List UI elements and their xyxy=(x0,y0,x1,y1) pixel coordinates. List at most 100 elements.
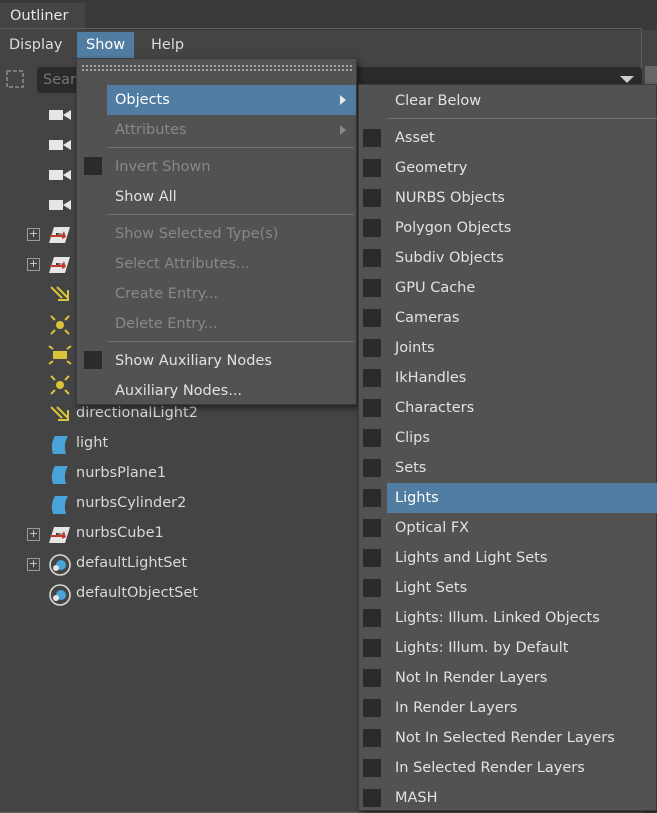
show-auxiliary-nodes-checkbox[interactable] xyxy=(84,351,102,369)
menu-item-asset[interactable]: Asset xyxy=(387,123,657,153)
menu-item-in-render-layers[interactable]: In Render Layers xyxy=(387,693,657,723)
tree-row-label: light xyxy=(76,435,109,451)
filter-checkbox[interactable] xyxy=(363,639,381,657)
filter-checkbox[interactable] xyxy=(363,159,381,177)
menu-help[interactable]: Help xyxy=(142,32,193,58)
filter-checkbox[interactable] xyxy=(363,399,381,417)
menu-item-sets[interactable]: Sets xyxy=(387,453,657,483)
expand-icon[interactable]: + xyxy=(27,258,40,271)
filter-checkbox[interactable] xyxy=(363,429,381,447)
nurbs-cube-icon xyxy=(48,254,72,276)
menu-display[interactable]: Display xyxy=(0,32,71,58)
nurbs-surface-icon xyxy=(48,464,72,486)
filter-checkbox[interactable] xyxy=(363,219,381,237)
menu-item-clear-below[interactable]: Clear Below xyxy=(387,86,657,116)
menu-item-attributes[interactable]: Attributes xyxy=(107,115,356,145)
tree-row[interactable]: nurbsPlane1 xyxy=(0,460,360,490)
tree-row-label: defaultObjectSet xyxy=(76,585,199,601)
filter-checkbox[interactable] xyxy=(363,189,381,207)
tree-row[interactable]: defaultObjectSet xyxy=(0,580,360,610)
menu-item-show-selected-types[interactable]: Show Selected Type(s) xyxy=(107,219,356,249)
filter-checkbox[interactable] xyxy=(363,339,381,357)
menu-item-objects[interactable]: Objects xyxy=(107,85,356,115)
menu-item-lights-illum-linked-objects[interactable]: Lights: Illum. Linked Objects xyxy=(387,603,657,633)
menu-item-not-in-render-layers[interactable]: Not In Render Layers xyxy=(387,663,657,693)
tree-row[interactable]: + nurbsCube1 xyxy=(0,520,360,550)
tree-row[interactable]: + defaultLightSet xyxy=(0,550,360,580)
menu-item-nurbs-objects[interactable]: NURBS Objects xyxy=(387,183,657,213)
filter-checkbox[interactable] xyxy=(363,129,381,147)
tree-row-label: nurbsCylinder2 xyxy=(76,495,187,511)
menu-item-light-sets[interactable]: Light Sets xyxy=(387,573,657,603)
menu-item-clips[interactable]: Clips xyxy=(387,423,657,453)
menu-item-in-selected-render-layers[interactable]: In Selected Render Layers xyxy=(387,753,657,783)
expand-icon[interactable]: + xyxy=(27,228,40,241)
menu-item-mash[interactable]: MASH xyxy=(387,783,657,813)
tree-row-label: nurbsPlane1 xyxy=(76,465,167,481)
search-dropdown-icon[interactable] xyxy=(620,76,634,83)
submenu-arrow-icon xyxy=(340,125,346,135)
filter-checkbox[interactable] xyxy=(363,519,381,537)
submenu-arrow-icon xyxy=(340,95,346,105)
menu-item-show-auxiliary-nodes[interactable]: Show Auxiliary Nodes xyxy=(107,346,356,376)
tree-row-label: defaultLightSet xyxy=(76,555,188,571)
menu-item-show-all[interactable]: Show All xyxy=(107,182,356,212)
menu-item-create-entry[interactable]: Create Entry... xyxy=(107,279,356,309)
camera-icon xyxy=(48,134,72,156)
filter-checkbox[interactable] xyxy=(363,549,381,567)
menu-item-auxiliary-nodes[interactable]: Auxiliary Nodes... xyxy=(107,376,356,406)
filter-checkbox[interactable] xyxy=(363,369,381,387)
tree-row[interactable]: nurbsCylinder2 xyxy=(0,490,360,520)
filter-checkbox[interactable] xyxy=(363,459,381,477)
outliner-tab[interactable]: Outliner xyxy=(0,3,85,30)
menu-item-delete-entry[interactable]: Delete Entry... xyxy=(107,309,356,339)
filter-checkbox[interactable] xyxy=(363,309,381,327)
menu-separator xyxy=(107,214,354,215)
menu-item-characters[interactable]: Characters xyxy=(387,393,657,423)
filter-checkbox[interactable] xyxy=(363,789,381,807)
menu-item-joints[interactable]: Joints xyxy=(387,333,657,363)
menu-item-optical-fx[interactable]: Optical FX xyxy=(387,513,657,543)
filter-checkbox[interactable] xyxy=(363,699,381,717)
nurbs-surface-icon xyxy=(48,434,72,456)
filter-checkbox[interactable] xyxy=(363,669,381,687)
expand-icon[interactable]: + xyxy=(27,528,40,541)
set-icon xyxy=(48,584,72,606)
menu-item-lights[interactable]: Lights xyxy=(387,483,657,513)
menu-separator xyxy=(107,147,354,148)
tree-row[interactable]: light xyxy=(0,430,360,460)
menu-item-gpu-cache[interactable]: GPU Cache xyxy=(387,273,657,303)
filter-icon[interactable] xyxy=(4,68,26,90)
menu-item-subdiv-objects[interactable]: Subdiv Objects xyxy=(387,243,657,273)
filter-checkbox[interactable] xyxy=(363,729,381,747)
point-light-icon xyxy=(48,374,72,396)
menu-item-cameras[interactable]: Cameras xyxy=(387,303,657,333)
camera-icon xyxy=(48,164,72,186)
filter-checkbox[interactable] xyxy=(363,279,381,297)
filter-checkbox[interactable] xyxy=(363,489,381,507)
tree-row-label: nurbsCube1 xyxy=(76,525,164,541)
point-light-icon xyxy=(48,314,72,336)
tear-off-handle[interactable] xyxy=(81,64,353,72)
menu-item-select-attributes[interactable]: Select Attributes... xyxy=(107,249,356,279)
objects-submenu: Clear Below Asset Geometry NURBS Objects Po… xyxy=(358,84,657,811)
menu-item-polygon-objects[interactable]: Polygon Objects xyxy=(387,213,657,243)
menu-item-geometry[interactable]: Geometry xyxy=(387,153,657,183)
expand-icon[interactable]: + xyxy=(27,558,40,571)
menu-item-lights-and-light-sets[interactable]: Lights and Light Sets xyxy=(387,543,657,573)
menu-item-lights-illum-by-default[interactable]: Lights: Illum. by Default xyxy=(387,633,657,663)
menu-item-not-in-selected-render-layers[interactable]: Not In Selected Render Layers xyxy=(387,723,657,753)
area-light-icon xyxy=(48,344,72,366)
filter-checkbox[interactable] xyxy=(363,759,381,777)
filter-checkbox[interactable] xyxy=(363,609,381,627)
filter-checkbox[interactable] xyxy=(363,579,381,597)
tree-row-label: directionalLight2 xyxy=(76,405,198,421)
directional-light-icon xyxy=(48,284,72,306)
nurbs-surface-icon xyxy=(48,494,72,516)
menu-item-invert-shown[interactable]: Invert Shown xyxy=(107,152,356,182)
filter-checkbox[interactable] xyxy=(363,249,381,267)
invert-shown-checkbox[interactable] xyxy=(84,157,102,175)
menu-item-ikhandles[interactable]: IkHandles xyxy=(387,363,657,393)
camera-icon xyxy=(48,104,72,126)
menu-show[interactable]: Show xyxy=(77,32,135,58)
